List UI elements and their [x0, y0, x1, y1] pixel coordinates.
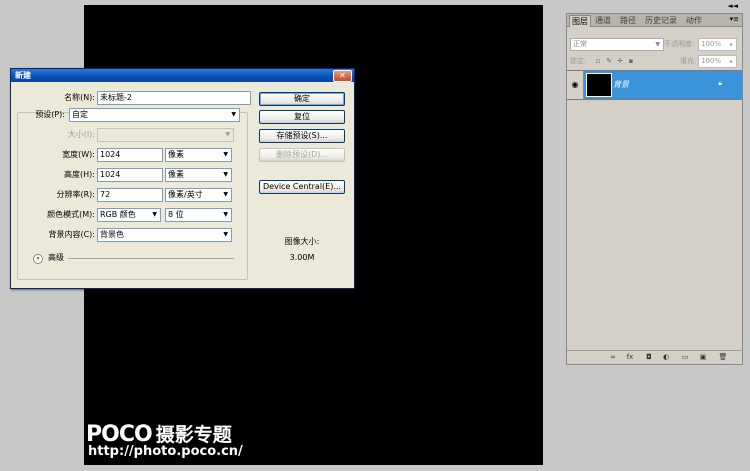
eye-icon[interactable]: ◉ [567, 71, 584, 99]
height-field[interactable]: 1024 [97, 168, 163, 182]
adjustment-icon[interactable]: ◐ [661, 353, 671, 362]
opacity-label: 不透明度: [664, 40, 695, 48]
lock-move-icon: ✛ [617, 57, 623, 65]
panel-tabs: 图层 通道 路径 历史记录 动作 ▾≡ [567, 14, 742, 27]
chevron-down-icon: ▼ [655, 41, 660, 48]
chevron-down-icon: ▼ [223, 171, 228, 178]
chevron-down-icon: ▼ [231, 111, 236, 118]
dialog-titlebar[interactable]: 新建 ✕ [11, 69, 354, 82]
delete-preset-button: 删除预设(D)... [259, 148, 345, 162]
bit-depth-select[interactable]: 8 位 ▼ [165, 208, 232, 222]
width-field[interactable]: 1024 [97, 148, 163, 162]
background-label: 背景内容(C): [48, 230, 95, 239]
chevron-down-icon: ▼ [152, 211, 157, 218]
new-document-dialog: 新建 ✕ 名称(N): 未标题-2 预设(P): 自定 ▼ 大小(I): ▼ 宽度… [10, 68, 355, 289]
preset-select[interactable]: 自定 ▼ [69, 108, 240, 122]
image-size-value: 3.00M [289, 253, 315, 262]
resolution-unit-select[interactable]: 像素/英寸 ▼ [165, 188, 232, 202]
tab-paths[interactable]: 路径 [618, 15, 638, 26]
background-select[interactable]: 背景色 ▼ [97, 228, 232, 242]
image-size-label: 图像大小: [284, 237, 320, 246]
advanced-toggle-button[interactable]: » [33, 254, 43, 264]
fill-field: 100% ▸ [698, 55, 737, 68]
ok-button[interactable]: 确定 [259, 92, 345, 106]
new-layer-icon[interactable]: ▣ [698, 353, 708, 362]
size-label: 大小(I): [67, 130, 95, 139]
collapse-icon[interactable]: ◄◄ [727, 2, 738, 10]
chevron-down-icon: ▼ [223, 151, 228, 158]
color-mode-label: 颜色模式(M): [47, 210, 95, 219]
tab-actions[interactable]: 动作 [684, 15, 704, 26]
chevron-right-icon: ▸ [729, 41, 733, 48]
layer-row-background[interactable]: ◉ 背景 🔒︎ [567, 70, 742, 100]
preset-label: 预设(P): [35, 110, 65, 119]
lock-all-icon: ▪ [628, 57, 634, 65]
tab-layers[interactable]: 图层 [569, 15, 591, 27]
name-field[interactable]: 未标题-2 [97, 91, 251, 105]
layers-panel: ◄◄ 图层 通道 路径 历史记录 动作 ▾≡ 正常 ▼ 不透明度: 100% ▸ 锁… [566, 2, 743, 365]
lock-paint-brush-icon: ✎ [606, 57, 612, 65]
link-icon[interactable]: ∞ [608, 353, 618, 362]
height-unit-select[interactable]: 像素 ▼ [165, 168, 232, 182]
lock-transparent-icon: ▫ [595, 57, 601, 65]
reset-button[interactable]: 复位 [259, 110, 345, 124]
layer-name: 背景 [613, 80, 629, 89]
close-button[interactable]: ✕ [333, 70, 352, 82]
watermark-url: http://photo.poco.cn/ [88, 444, 243, 459]
chevron-right-icon: ▸ [729, 58, 733, 65]
folder-icon[interactable]: ▭ [680, 353, 690, 362]
panel-menu-icon[interactable]: ▾≡ [730, 15, 739, 23]
chevron-down-icon: ▼ [223, 211, 228, 218]
tab-channels[interactable]: 通道 [593, 15, 613, 26]
name-label: 名称(N): [64, 93, 95, 102]
width-label: 宽度(W): [62, 150, 95, 159]
lock-icon: 🔒︎ [718, 79, 722, 87]
panel-header: ◄◄ [567, 1, 742, 12]
layer-thumbnail [586, 73, 612, 97]
resolution-field[interactable]: 72 [97, 188, 163, 202]
size-select: ▼ [97, 128, 234, 142]
resolution-label: 分辨率(R): [56, 190, 96, 199]
advanced-divider [68, 258, 234, 259]
blend-mode-select: 正常 ▼ [570, 38, 664, 51]
width-unit-select[interactable]: 像素 ▼ [165, 148, 232, 162]
height-label: 高度(H): [64, 170, 95, 179]
panel-footer: ∞ fx ◘ ◐ ▭ ▣ 🗑︎ [567, 350, 742, 364]
chevrons-down-icon: » [36, 255, 40, 262]
chevron-down-icon: ▼ [225, 131, 230, 138]
advanced-label: 高级 [48, 253, 64, 262]
opacity-field: 100% ▸ [698, 38, 737, 51]
trash-icon[interactable]: 🗑︎ [718, 353, 728, 362]
dialog-title: 新建 [15, 71, 31, 80]
chevron-down-icon: ▼ [223, 191, 228, 198]
fill-label: 填充: [680, 57, 697, 65]
lock-label: 锁定: [570, 57, 587, 65]
watermark-logo: POCO 摄影专题 [86, 422, 232, 447]
fx-icon[interactable]: fx [625, 353, 635, 362]
color-mode-select[interactable]: RGB 颜色 ▼ [97, 208, 161, 222]
mask-icon[interactable]: ◘ [644, 353, 654, 362]
device-central-button[interactable]: Device Central(E)... [259, 180, 345, 194]
chevron-down-icon: ▼ [223, 231, 228, 238]
save-preset-button[interactable]: 存储预设(S)... [259, 129, 345, 143]
tab-history[interactable]: 历史记录 [643, 15, 679, 26]
